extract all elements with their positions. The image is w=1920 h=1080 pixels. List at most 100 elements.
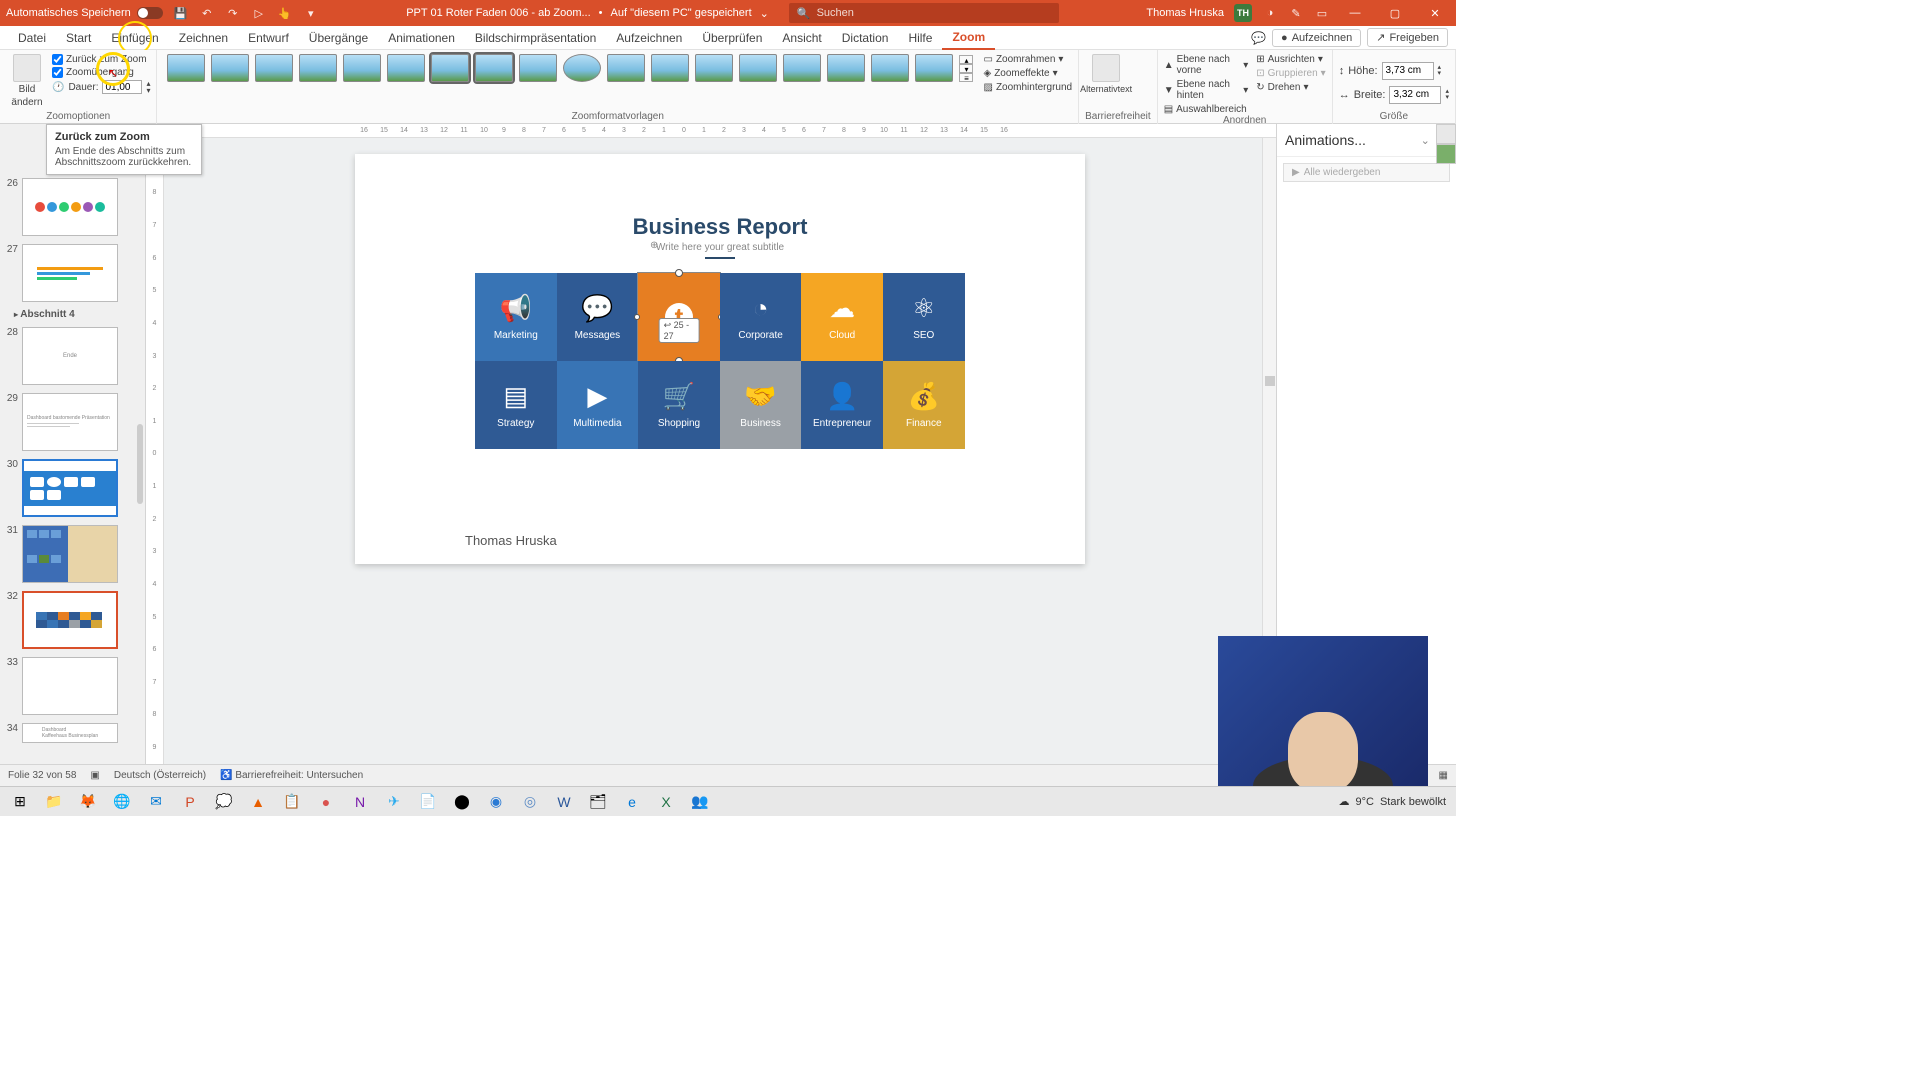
chrome-icon[interactable]: 🌐 (106, 789, 138, 815)
slide-thumb-26[interactable] (22, 178, 118, 236)
tab-zoom[interactable]: Zoom (942, 26, 995, 50)
hoehe-input[interactable] (1382, 62, 1434, 80)
section-header[interactable]: Abschnitt 4 (0, 306, 145, 323)
slide-thumb-32[interactable] (22, 591, 118, 649)
display-icon[interactable]: ▭ (1314, 5, 1330, 21)
slide-counter[interactable]: Folie 32 von 58 (8, 770, 76, 781)
slide-subtitle[interactable]: ⊕Write here your great subtitle (355, 242, 1085, 259)
drehen-button[interactable]: ↻ Drehen ▾ (1256, 82, 1325, 93)
style-thumb[interactable] (739, 54, 777, 82)
zoom-uebergang-checkbox[interactable]: Zoomübergang (52, 67, 150, 78)
slide-panel[interactable]: 26 27 Abschnitt 4 28 Ende 29 Dashboard b… (0, 124, 146, 764)
accessibility-status[interactable]: ♿ Barrierefreiheit: Untersuchen (220, 770, 363, 781)
tab-praesentation[interactable]: Bildschirmpräsentation (465, 26, 606, 50)
tile-shopping[interactable]: 🛒Shopping (638, 361, 720, 449)
style-thumb[interactable] (651, 54, 689, 82)
autosave-toggle[interactable]: Automatisches Speichern (6, 7, 163, 19)
ebene-hinten-button[interactable]: ▼ Ebene nach hinten ▾ (1164, 79, 1249, 101)
spinner-icon[interactable]: ▴▾ (1445, 89, 1449, 101)
style-thumb[interactable] (827, 54, 865, 82)
slide-canvas[interactable]: Business Report ⊕Write here your great s… (355, 154, 1085, 564)
tab-aufzeichnen[interactable]: Aufzeichnen (606, 26, 692, 50)
language-status[interactable]: Deutsch (Österreich) (114, 770, 206, 781)
style-thumb[interactable] (167, 54, 205, 82)
tile-business[interactable]: 🤝Business (720, 361, 802, 449)
app-icon[interactable]: 📋 (276, 789, 308, 815)
style-thumb[interactable] (607, 54, 645, 82)
qat-more-icon[interactable]: ▾ (303, 5, 319, 21)
zoomhintergrund-button[interactable]: ▨ Zoomhintergrund (983, 82, 1072, 93)
vlc-icon[interactable]: ▲ (242, 789, 274, 815)
tile-strategy[interactable]: ▤Strategy (475, 361, 557, 449)
tab-animationen[interactable]: Animationen (378, 26, 465, 50)
tab-dictation[interactable]: Dictation (832, 26, 899, 50)
tab-einfuegen[interactable]: Einfügen (101, 26, 168, 50)
style-thumb[interactable] (387, 54, 425, 82)
style-thumb[interactable] (299, 54, 337, 82)
bild-aendern-button[interactable]: Bild ändern (6, 54, 48, 108)
from-beginning-icon[interactable]: ▷ (251, 5, 267, 21)
style-thumb[interactable] (915, 54, 953, 82)
powerpoint-icon[interactable]: P (174, 789, 206, 815)
tile-corporate[interactable]: ◔Corporate (720, 273, 802, 361)
start-button[interactable]: ⊞ (4, 789, 36, 815)
firefox-icon[interactable]: 🦊 (72, 789, 104, 815)
app-icon[interactable]: ● (310, 789, 342, 815)
teams-icon[interactable]: 👥 (684, 789, 716, 815)
breite-input[interactable] (1389, 86, 1441, 104)
style-thumb[interactable] (563, 54, 601, 82)
tab-hilfe[interactable]: Hilfe (898, 26, 942, 50)
scrollbar-thumb[interactable] (137, 424, 143, 504)
style-thumb[interactable] (695, 54, 733, 82)
app-icon[interactable]: ◎ (514, 789, 546, 815)
tab-start[interactable]: Start (56, 26, 101, 50)
tile-multimedia[interactable]: ▶Multimedia (557, 361, 639, 449)
onenote-icon[interactable]: N (344, 789, 376, 815)
comments-icon[interactable]: 💬 (1251, 31, 1266, 45)
tile-zoom[interactable]: t↩ 25 - 27 (638, 273, 720, 361)
dauer-input[interactable] (102, 80, 142, 94)
chevron-down-icon[interactable]: ⌄ (1418, 134, 1433, 147)
tile-seo[interactable]: ⚛SEO (883, 273, 965, 361)
tab-entwurf[interactable]: Entwurf (238, 26, 299, 50)
style-gallery[interactable]: ▴▾≡ (163, 54, 977, 82)
alttext-button[interactable]: Alternativtext (1085, 54, 1127, 94)
style-thumb[interactable] (871, 54, 909, 82)
app-icon[interactable]: 📄 (412, 789, 444, 815)
maximize-button[interactable]: ▢ (1380, 3, 1410, 23)
ausrichten-button[interactable]: ⊞ Ausrichten ▾ (1256, 54, 1325, 65)
style-thumb[interactable] (255, 54, 293, 82)
ebene-vorne-button[interactable]: ▲ Ebene nach vorne ▾ (1164, 54, 1249, 76)
side-tab[interactable] (1436, 124, 1456, 144)
save-icon[interactable]: 💾 (173, 5, 189, 21)
tile-entrepreneur[interactable]: 👤Entrepreneur (801, 361, 883, 449)
tab-uebergaenge[interactable]: Übergänge (299, 26, 378, 50)
gruppieren-button[interactable]: ⊡ Gruppieren ▾ (1256, 68, 1325, 79)
slide-thumb-28[interactable]: Ende (22, 327, 118, 385)
slide-thumb-33[interactable] (22, 657, 118, 715)
word-icon[interactable]: W (548, 789, 580, 815)
play-all-button[interactable]: ▶ Alle wiedergeben (1283, 163, 1450, 182)
coming-soon-icon[interactable]: ◑ (1262, 5, 1278, 21)
spell-check-icon[interactable]: ▣ (90, 770, 99, 781)
undo-icon[interactable]: ↶ (199, 5, 215, 21)
app-icon[interactable]: 🗂 (582, 789, 614, 815)
edge-icon[interactable]: e (616, 789, 648, 815)
style-thumb[interactable] (211, 54, 249, 82)
normal-view-icon[interactable]: ▦ (1439, 770, 1448, 781)
tile-cloud[interactable]: ☁Cloud (801, 273, 883, 361)
gallery-more-button[interactable]: ▴▾≡ (959, 55, 973, 82)
tile-finance[interactable]: 💰Finance (883, 361, 965, 449)
weather-widget[interactable]: ☁ 9°C Stark bewölkt (1339, 795, 1447, 808)
zoomeffekte-button[interactable]: ◈ Zoomeffekte ▾ (983, 68, 1072, 79)
style-thumb[interactable] (475, 54, 513, 82)
slide-thumb-27[interactable] (22, 244, 118, 302)
style-thumb[interactable] (519, 54, 557, 82)
zurueck-zoom-checkbox[interactable]: Zurück zum Zoom (52, 54, 150, 65)
obs-icon[interactable]: ⬤ (446, 789, 478, 815)
slide-thumb-34[interactable]: DashboardKaffeehaus Businessplan (22, 723, 118, 743)
style-thumb[interactable] (343, 54, 381, 82)
scrollbar-thumb[interactable] (1265, 376, 1275, 386)
slide-title[interactable]: Business Report (355, 214, 1085, 240)
tab-ansicht[interactable]: Ansicht (772, 26, 831, 50)
